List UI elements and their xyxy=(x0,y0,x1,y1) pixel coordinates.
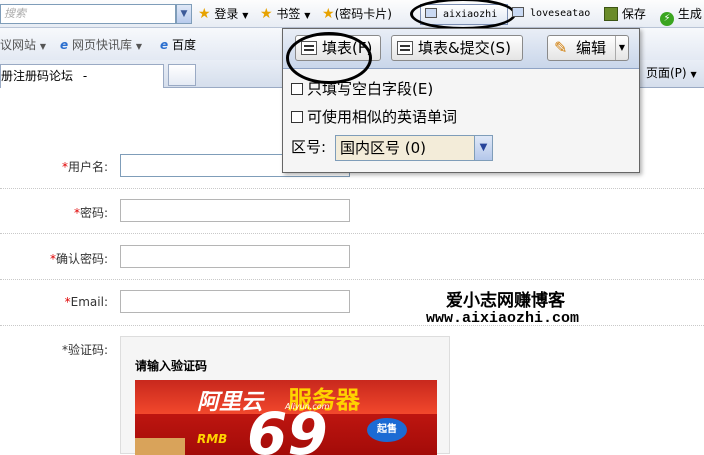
similar-words-checkbox[interactable] xyxy=(291,111,303,123)
captcha-ad-image[interactable]: 阿里云 服务器 Aliyun.com RMB 69 起售 xyxy=(135,380,437,455)
tab-loveseatao-label: loveseatao xyxy=(530,8,591,19)
save-button[interactable]: 保存 xyxy=(604,5,646,23)
region-label-text: 区号: xyxy=(291,138,327,156)
new-tab-button[interactable] xyxy=(168,64,196,86)
email-field[interactable] xyxy=(120,290,350,313)
password-label-text: 密码: xyxy=(79,206,108,220)
confirm-password-row: *确认密码: xyxy=(0,234,704,280)
bookmarks-label: 书签 xyxy=(276,7,301,21)
link-item-1[interactable]: 议网站 ▼ xyxy=(0,36,46,54)
ie-icon: e xyxy=(60,38,69,52)
ad-currency: RMB xyxy=(197,432,228,446)
star-icon: ★ xyxy=(198,6,211,22)
region-label: 区号: xyxy=(291,137,326,157)
star-icon: ★ xyxy=(260,6,273,22)
close-icon[interactable]: - xyxy=(83,69,87,83)
chevron-down-icon[interactable]: ▼ xyxy=(474,136,492,160)
fill-submit-button[interactable]: 填表&提交(S) xyxy=(391,35,523,61)
page-menu[interactable]: 页面(P) ▼ xyxy=(646,64,697,82)
link-item-1-label: 议网站 xyxy=(0,38,37,52)
only-blank-checkbox[interactable] xyxy=(291,83,303,95)
ie-icon: e xyxy=(160,38,169,52)
captcha-label: *验证码: xyxy=(62,341,108,358)
confirm-password-label-text: 确认密码: xyxy=(55,252,108,266)
ad-price: 69 xyxy=(247,400,328,455)
generate-button[interactable]: ⚡ 生成 xyxy=(660,5,702,26)
generate-label: 生成 xyxy=(677,7,702,21)
ad-server-box xyxy=(135,438,185,455)
chevron-down-icon[interactable]: ▼ xyxy=(614,36,625,60)
login-button[interactable]: ★ 登录 ▼ xyxy=(198,5,248,23)
confirm-password-field[interactable] xyxy=(120,245,350,268)
bookmarks-button[interactable]: ★ 书签 ▼ xyxy=(260,5,310,23)
link-item-3[interactable]: e 百度 xyxy=(160,36,196,54)
lightning-icon: ⚡ xyxy=(660,12,674,26)
watermark-url: www.aixiaozhi.com xyxy=(426,310,580,327)
password-row: *密码: xyxy=(0,189,704,234)
similar-words-option[interactable]: 可使用相似的英语单词 xyxy=(291,107,457,127)
edit-button[interactable]: ✎ 编辑 ▼ xyxy=(547,35,629,61)
link-item-2[interactable]: e 网页快讯库 ▼ xyxy=(60,36,142,54)
password-label: *密码: xyxy=(74,204,108,221)
browser-toolbar: 搜索 ▼ ★ 登录 ▼ ★ 书签 ▼ ★(密码卡片) aixiaozhi lov… xyxy=(0,0,704,30)
link-item-2-label: 网页快讯库 xyxy=(71,38,132,52)
id-card-icon xyxy=(512,7,524,17)
confirm-password-label: *确认密码: xyxy=(50,250,108,267)
fill-submit-label: 填表&提交(S) xyxy=(418,39,511,57)
form-icon xyxy=(397,41,413,55)
tab-current[interactable]: 册注册码论坛 - xyxy=(0,64,164,88)
annotation-circle xyxy=(286,32,372,84)
link-item-3-label: 百度 xyxy=(171,38,196,52)
password-field[interactable] xyxy=(120,199,350,222)
page-menu-label: 页面(P) xyxy=(646,66,687,80)
username-label: *用户名: xyxy=(62,158,108,175)
tab-current-label: 册注册码论坛 xyxy=(1,69,74,83)
save-label: 保存 xyxy=(621,7,646,21)
watermark-title: 爱小志网赚博客 xyxy=(446,291,565,311)
search-input[interactable]: 搜索 xyxy=(0,4,176,24)
password-card-label: (密码卡片) xyxy=(334,7,392,21)
star-icon: ★ xyxy=(322,6,335,22)
password-card-button[interactable]: ★(密码卡片) xyxy=(322,5,392,23)
username-label-text: 用户名: xyxy=(67,160,108,174)
edit-button-label: 编辑 xyxy=(576,39,607,57)
ad-badge: 起售 xyxy=(367,418,407,442)
login-label: 登录 xyxy=(214,7,239,21)
tab-loveseatao[interactable]: loveseatao xyxy=(512,5,590,23)
captcha-panel: 请输入验证码 阿里云 服务器 Aliyun.com RMB 69 起售 xyxy=(120,336,450,455)
pencil-icon: ✎ xyxy=(554,38,568,57)
annotation-circle xyxy=(410,0,516,30)
captcha-label-text: 验证码: xyxy=(67,343,108,357)
floppy-icon xyxy=(604,7,618,21)
region-select-value: 国内区号 (0) xyxy=(340,139,427,157)
email-row: *Email: xyxy=(0,280,704,326)
region-select[interactable]: 国内区号 (0) ▼ xyxy=(335,135,493,161)
email-label: *Email: xyxy=(65,295,108,309)
search-dropdown-button[interactable]: ▼ xyxy=(176,4,192,24)
similar-words-label: 可使用相似的英语单词 xyxy=(307,108,458,126)
email-label-text: Email: xyxy=(70,295,108,309)
captcha-title: 请输入验证码 xyxy=(135,359,208,373)
